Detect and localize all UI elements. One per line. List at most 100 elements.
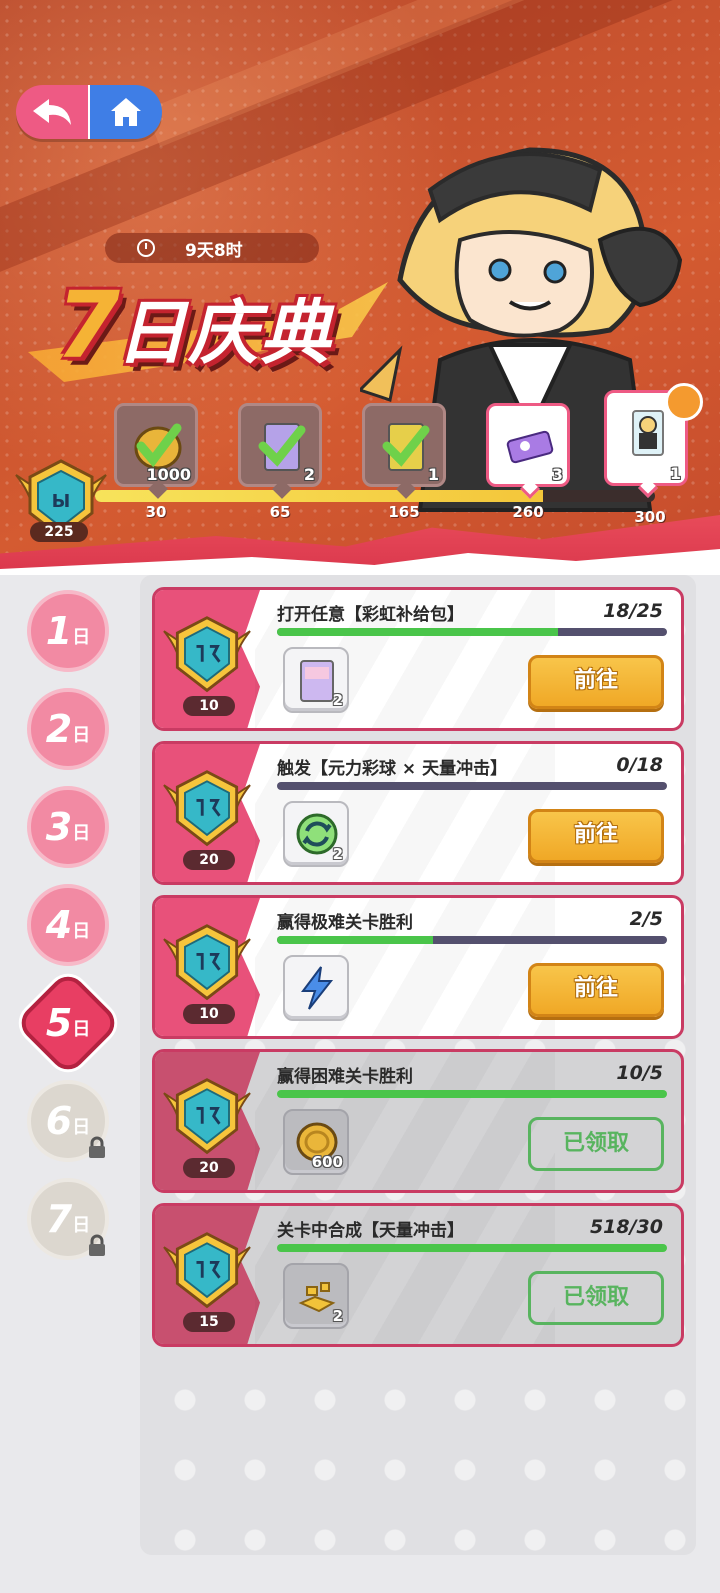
task-points: 15 [183,1312,235,1332]
claimed-button[interactable]: 已领取 [528,1117,664,1171]
day-tab-2[interactable]: 2日 [27,688,109,770]
go-button[interactable]: 前往 [528,655,664,709]
special-reward-badge-icon [665,383,703,421]
milestone-qty: 1 [427,465,439,484]
milestone-qty: 3 [551,465,563,484]
task-reward-item[interactable]: 2 [283,1263,349,1329]
points-shield-icon [163,924,251,1001]
task-title: 赢得困难关卡胜利 [277,1067,413,1087]
points-shield-icon [163,616,251,693]
task-reward-qty: 2 [332,845,343,863]
milestone-progress-bar [95,490,655,502]
day-number: 2 [45,707,73,751]
gift-box-icon [382,423,430,471]
milestone-threshold: 30 [145,503,167,521]
clock-icon [137,239,155,257]
rainbow-pack-icon [258,423,306,471]
milestone-reward-1[interactable]: 1000 [114,403,198,499]
day-suffix: 日 [72,1018,91,1040]
task-reward-item[interactable]: 2 [283,647,349,713]
milestone-reward-3[interactable]: 1 [362,403,446,499]
task-progress-fill [277,1244,667,1252]
milestone-threshold: 260 [512,503,544,521]
task-count: 2/5 [629,908,663,930]
task-card-5: 15 关卡中合成【天量冲击】 518/30 2 已领取 [152,1203,684,1347]
nav-buttons [16,85,162,139]
task-title: 赢得极难关卡胜利 [277,913,413,933]
task-reward-item[interactable] [283,955,349,1021]
day-number: 4 [45,903,73,947]
ticket-icon [506,430,554,464]
title-text: 7日庆典 [56,272,332,379]
go-button[interactable]: 前往 [528,809,664,863]
task-progress-bar [277,1244,667,1252]
timer-text: 9天8时 [185,240,243,261]
task-progress-bar [277,628,667,636]
task-card-1: 10 打开任意【彩虹补给包】 18/25 2 前往 [152,587,684,731]
day-number: 6 [45,1099,73,1143]
day-number: 1 [45,609,73,653]
task-title: 关卡中合成【天量冲击】 [277,1221,464,1241]
points-shield-icon [163,1078,251,1155]
day-tab-6[interactable]: 6日 [27,1080,109,1162]
task-count: 18/25 [603,600,663,622]
task-title: 打开任意【彩虹补给包】 [277,605,464,625]
day-tab-7[interactable]: 7日 [27,1178,109,1260]
task-title: 触发【元力彩球 × 天量冲击】 [277,759,508,779]
day-tab-1[interactable]: 1日 [27,590,109,672]
day-tab-3[interactable]: 3日 [27,786,109,868]
day-suffix: 日 [72,627,91,648]
lightning-icon [301,966,334,1010]
task-points: 10 [183,1004,235,1024]
total-points: 225 [30,522,88,542]
lock-icon [89,1136,105,1158]
points-shield-icon [163,770,251,847]
task-progress-fill [277,1090,667,1098]
milestone-threshold: 165 [388,503,420,521]
task-reward-qty: 600 [311,1153,343,1171]
title-number: 7 [56,272,120,379]
milestone-reward-2[interactable]: 2 [238,403,322,499]
task-points: 20 [183,1158,235,1178]
day-number: 5 [45,1000,73,1045]
back-button[interactable] [16,85,90,139]
task-count: 518/30 [589,1216,663,1238]
day-number: 7 [45,1197,73,1241]
day-number: 3 [45,805,73,849]
milestone-threshold: 65 [269,503,291,521]
task-progress-fill [277,936,433,944]
milestone-reward-4[interactable]: 3 [486,403,570,499]
task-points: 20 [183,850,235,870]
lock-icon [89,1234,105,1256]
go-button[interactable]: 前往 [528,963,664,1017]
task-card-4: 20 赢得困难关卡胜利 10/5 600 已领取 [152,1049,684,1193]
task-progress-bar [277,1090,667,1098]
task-count: 0/18 [616,754,663,776]
task-reward-qty: 2 [332,691,343,709]
task-progress-bar [277,936,667,944]
task-card-3: 10 赢得极难关卡胜利 2/5 前往 [152,895,684,1039]
milestone-qty: 1000 [146,465,191,484]
title-label: 日庆典 [116,292,333,374]
event-timer: 9天8时 [105,233,319,263]
task-count: 10/5 [616,1062,663,1084]
milestone-qty: 2 [303,465,315,484]
home-icon [111,98,141,126]
task-progress-fill [277,628,558,636]
milestone-qty: 1 [669,464,681,483]
task-progress-bar [277,782,667,790]
task-reward-item[interactable]: 600 [283,1109,349,1175]
task-points: 10 [183,696,235,716]
task-card-2: 20 触发【元力彩球 × 天量冲击】 0/18 2 前往 [152,741,684,885]
milestone-threshold: 300 [634,508,666,526]
day-tab-4[interactable]: 4日 [27,884,109,966]
task-reward-qty: 2 [332,1307,343,1325]
character-card-icon [632,410,664,456]
home-button[interactable] [90,85,162,139]
back-arrow-icon [33,99,71,125]
points-shield-icon [163,1232,251,1309]
claimed-button[interactable]: 已领取 [528,1271,664,1325]
day-tab-5[interactable]: 5日 [14,969,122,1077]
day-suffix: 日 [72,725,91,746]
task-reward-item[interactable]: 2 [283,801,349,867]
